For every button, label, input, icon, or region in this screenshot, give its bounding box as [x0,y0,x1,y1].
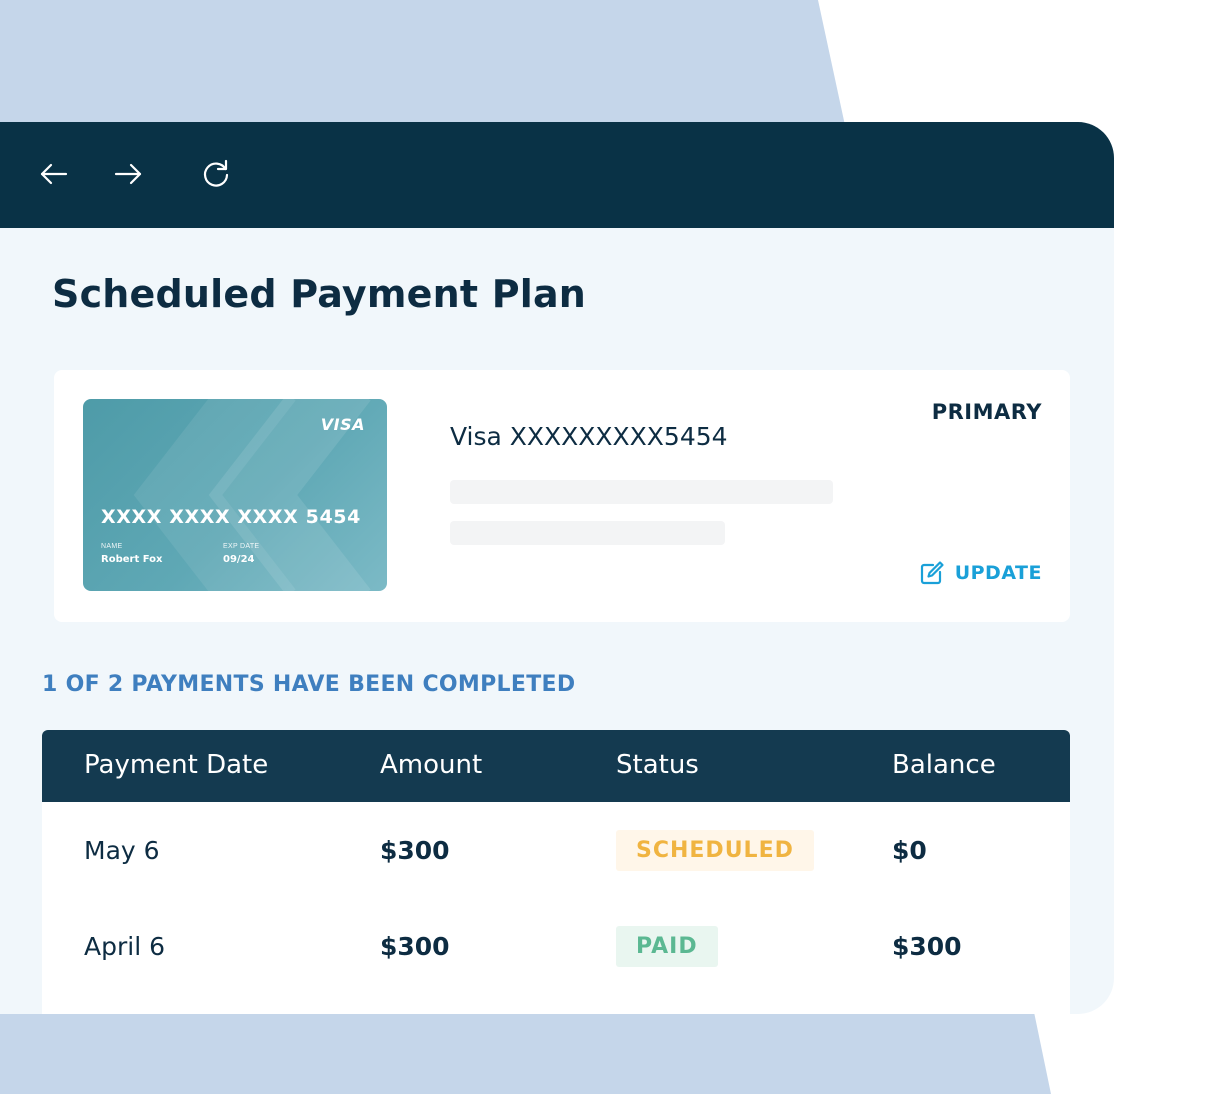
edit-icon [919,560,945,586]
card-number: XXXX XXXX XXXX 5454 [101,506,361,528]
status-badge-scheduled: SCHEDULED [616,829,814,871]
balance-cell: $0 [892,835,927,865]
arrow-left-icon[interactable] [38,158,70,190]
payment-progress-text: 1 OF 2 PAYMENTS HAVE BEEN COMPLETED [42,672,576,697]
status-cell: PAID [616,898,718,994]
card-holder-name: Robert Fox [101,554,163,565]
credit-card: VISA XXXX XXXX XXXX 5454 NAME Robert Fox… [83,399,387,591]
skeleton-line [450,480,833,504]
page-title: Scheduled Payment Plan [52,272,587,316]
column-header-amount: Amount [380,750,483,780]
status-cell: SCHEDULED [616,802,814,898]
column-header-status: Status [616,750,699,780]
column-header-payment-date: Payment Date [84,750,269,780]
payment-table: Payment Date Amount Status Balance May 6… [42,730,1070,1014]
arrow-right-icon[interactable] [112,158,144,190]
table-header: Payment Date Amount Status Balance [42,730,1070,802]
update-button[interactable]: UPDATE [919,560,1042,586]
amount-cell: $300 [380,835,450,865]
payment-date-cell: May 6 [84,835,160,865]
background-shape-top [0,0,846,130]
balance-cell: $300 [892,931,962,961]
table-body: May 6 $300 SCHEDULED $0 April 6 $300 PAI… [42,802,1070,1014]
table-row: May 6 $300 SCHEDULED $0 [42,802,1070,898]
payment-method-title: Visa XXXXXXXXX5454 [450,422,728,451]
background-shape-bottom [0,1012,1051,1094]
amount-cell: $300 [380,931,450,961]
visa-logo: VISA [320,415,365,434]
card-exp-label: EXP DATE [223,543,260,550]
payment-date-cell: April 6 [84,931,165,961]
update-label: UPDATE [954,562,1042,584]
skeleton-line [450,521,725,545]
status-badge-paid: PAID [616,925,718,967]
reload-icon[interactable] [200,158,232,190]
card-exp-date: 09/24 [223,554,255,565]
column-header-balance: Balance [892,750,996,780]
browser-toolbar [0,122,1114,228]
primary-badge: PRIMARY [931,400,1042,424]
browser-window: Scheduled Payment Plan VISA XXXX XXXX XX… [0,122,1114,1014]
card-name-label: NAME [101,543,123,550]
table-row: April 6 $300 PAID $300 [42,898,1070,994]
payment-method-panel: VISA XXXX XXXX XXXX 5454 NAME Robert Fox… [54,370,1070,622]
